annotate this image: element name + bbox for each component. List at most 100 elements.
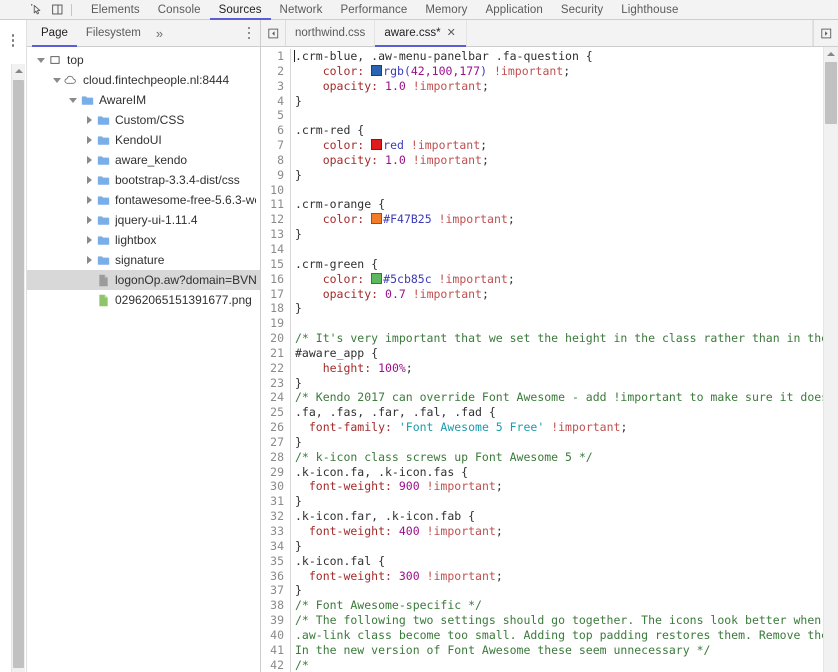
line-content[interactable]: .crm-blue, .aw-menu-panelbar .fa-questio… — [291, 49, 593, 64]
line-content[interactable]: .k-icon.fa, .k-icon.fas { — [291, 465, 468, 480]
line-content[interactable]: font-weight: 400 !important; — [291, 524, 503, 539]
tree-item[interactable]: KendoUI — [27, 130, 260, 150]
line-number[interactable]: 10 — [261, 182, 291, 198]
line-content[interactable]: } — [291, 168, 302, 183]
tree-item[interactable]: bootstrap-3.3.4-dist/css — [27, 170, 260, 190]
line-number[interactable]: 8 — [261, 152, 291, 168]
navigator-vertical-scrollbar[interactable] — [11, 64, 25, 672]
line-content[interactable]: opacity: 0.7 !important; — [291, 287, 489, 302]
code-editor[interactable]: 1 .crm-blue, .aw-menu-panelbar .fa-questi… — [261, 47, 838, 672]
chevron-right-icon[interactable] — [83, 256, 95, 264]
tab-memory[interactable]: Memory — [416, 0, 476, 19]
line-content[interactable]: } — [291, 435, 302, 450]
line-number[interactable]: 34 — [261, 538, 291, 554]
line-content[interactable]: font-weight: 300 !important; — [291, 569, 503, 584]
tab-elements[interactable]: Elements — [82, 0, 149, 19]
line-content[interactable]: font-family: 'Font Awesome 5 Free' !impo… — [291, 420, 628, 435]
line-number[interactable]: 26 — [261, 420, 291, 435]
line-content[interactable]: color: rgb(42,100,177) !important; — [291, 64, 571, 79]
line-number[interactable]: 13 — [261, 227, 291, 242]
file-tree[interactable]: top cloud.fintechpeople.nl:8444 AwareIM Cus… — [27, 47, 260, 672]
tab-performance[interactable]: Performance — [331, 0, 416, 19]
line-content[interactable]: .crm-orange { — [291, 197, 385, 212]
tab-lighthouse[interactable]: Lighthouse — [612, 0, 687, 19]
line-content[interactable]: font-weight: 900 !important; — [291, 479, 503, 494]
line-number[interactable]: 41 — [261, 642, 291, 658]
line-number[interactable]: 29 — [261, 464, 291, 480]
line-content[interactable]: .crm-red { — [291, 123, 364, 138]
chevron-down-icon[interactable] — [67, 97, 79, 103]
tab-console[interactable]: Console — [149, 0, 210, 19]
line-content[interactable]: } — [291, 539, 302, 554]
line-number[interactable]: 18 — [261, 301, 291, 317]
line-number[interactable]: 35 — [261, 553, 291, 569]
tab-network[interactable]: Network — [271, 0, 332, 19]
line-content[interactable]: /* The following two settings should go … — [291, 613, 824, 628]
scrollbar-thumb[interactable] — [825, 62, 837, 124]
chevron-down-icon[interactable] — [35, 57, 47, 63]
color-swatch[interactable] — [371, 139, 383, 151]
line-content[interactable]: } — [291, 494, 302, 509]
line-content[interactable] — [291, 183, 295, 198]
line-number[interactable]: 17 — [261, 286, 291, 302]
line-number[interactable]: 3 — [261, 78, 291, 94]
tree-item[interactable]: Custom/CSS — [27, 110, 260, 130]
show-debugger-button[interactable] — [813, 20, 838, 46]
line-content[interactable]: opacity: 1.0 !important; — [291, 79, 489, 94]
scrollbar-thumb[interactable] — [13, 80, 24, 668]
line-content[interactable]: .crm-green { — [291, 257, 378, 272]
line-number[interactable]: 20 — [261, 331, 291, 346]
color-swatch[interactable] — [371, 213, 383, 225]
navigator-more-tabs-icon[interactable]: » — [150, 20, 169, 46]
tree-item[interactable]: signature — [27, 250, 260, 270]
line-number[interactable]: 30 — [261, 479, 291, 495]
line-content[interactable]: } — [291, 583, 302, 598]
line-content[interactable]: /* — [291, 658, 309, 672]
line-number[interactable]: 6 — [261, 123, 291, 139]
line-number[interactable]: 19 — [261, 316, 291, 332]
line-content[interactable]: color: red !important; — [291, 138, 487, 153]
line-content[interactable]: /* It's very important that we set the h… — [291, 331, 824, 346]
line-content[interactable]: color: #F47B25 !important; — [291, 212, 515, 227]
code-content[interactable]: 1 .crm-blue, .aw-menu-panelbar .fa-questi… — [261, 47, 824, 672]
chevron-down-icon[interactable] — [51, 77, 63, 83]
editor-tab-northwind-css[interactable]: northwind.css — [286, 20, 376, 46]
navigator-options-kebab-icon[interactable] — [238, 20, 260, 46]
line-content[interactable]: height: 100%; — [291, 361, 413, 376]
line-content[interactable]: /* Font Awesome-specific */ — [291, 598, 482, 613]
line-content[interactable]: .k-icon.fal { — [291, 554, 385, 569]
chevron-right-icon[interactable] — [83, 216, 95, 224]
inspect-element-icon[interactable] — [28, 2, 45, 17]
close-icon[interactable]: ✕ — [446, 27, 457, 39]
line-number[interactable]: 9 — [261, 167, 291, 183]
editor-vertical-scrollbar[interactable] — [823, 47, 838, 672]
chevron-right-icon[interactable] — [83, 116, 95, 124]
line-content[interactable] — [291, 316, 295, 331]
line-content[interactable]: } — [291, 376, 302, 391]
line-content[interactable] — [291, 242, 295, 257]
line-number[interactable]: 31 — [261, 494, 291, 510]
tree-item[interactable]: jquery-ui-1.11.4 — [27, 210, 260, 230]
line-content[interactable]: color: #5cb85c !important; — [291, 272, 515, 287]
line-number[interactable]: 16 — [261, 271, 291, 287]
line-number[interactable]: 2 — [261, 63, 291, 79]
line-number[interactable]: 37 — [261, 583, 291, 599]
color-swatch[interactable] — [371, 272, 383, 284]
navigator-tab-page[interactable]: Page — [32, 20, 77, 47]
chevron-right-icon[interactable] — [83, 156, 95, 164]
line-number[interactable]: 4 — [261, 93, 291, 109]
tab-sources[interactable]: Sources — [209, 0, 271, 20]
line-number[interactable]: 42 — [261, 657, 291, 672]
line-content[interactable]: } — [291, 94, 302, 109]
line-number[interactable]: 14 — [261, 241, 291, 257]
line-number[interactable]: 36 — [261, 568, 291, 584]
line-content[interactable]: opacity: 1.0 !important; — [291, 153, 489, 168]
line-number[interactable]: 21 — [261, 345, 291, 361]
line-number[interactable]: 40 — [261, 627, 291, 643]
line-number[interactable]: 28 — [261, 449, 291, 465]
editor-tab-aware-css[interactable]: aware.css* ✕ — [375, 20, 467, 47]
line-number[interactable]: 15 — [261, 256, 291, 272]
more-options-kebab-icon[interactable] — [0, 34, 26, 47]
line-number[interactable]: 7 — [261, 138, 291, 153]
tree-item[interactable]: AwareIM — [27, 90, 260, 110]
